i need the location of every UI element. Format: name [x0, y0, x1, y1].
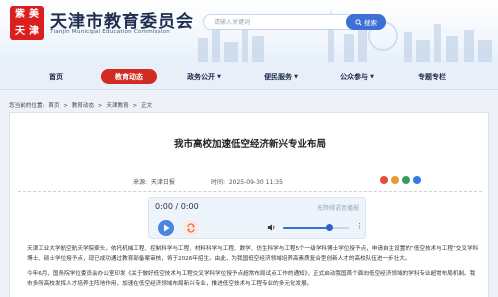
volume-slider-handle[interactable]	[326, 224, 334, 231]
article-time: 时间: 2025-09-30 11:35	[211, 177, 283, 186]
search-input[interactable]	[214, 16, 346, 28]
volume-icon[interactable]	[267, 223, 276, 232]
article-meta: 来源: 天津日报 时间: 2025-09-30 11:35	[10, 176, 490, 189]
more-options-icon[interactable]: ⋮	[356, 222, 363, 230]
audio-player: 0:00 / 0:00 无障碍语音播报 ⋮	[148, 197, 366, 239]
source-label: 来源:	[133, 179, 148, 186]
breadcrumb-separator: >	[97, 103, 103, 109]
site-header: 紫 美 天 津 天津市教育委员会 Tianjin Municipal Educa…	[0, 0, 498, 62]
breadcrumb-item-home[interactable]: 首页	[48, 103, 59, 109]
breadcrumb-separator: >	[132, 103, 138, 109]
volume-slider[interactable]	[283, 224, 349, 231]
site-subtitle: Tianjin Municipal Education Commission	[50, 29, 170, 35]
nav-item-public-participation[interactable]: 公众参与 ▼	[329, 69, 385, 84]
breadcrumb-separator: >	[63, 103, 68, 109]
nav-item-government-affairs[interactable]: 政务公开 ▼	[176, 69, 232, 84]
breadcrumb-prefix: 您当前的位置:	[9, 103, 45, 109]
chevron-down-icon: ▼	[217, 73, 221, 80]
share-buttons	[380, 176, 421, 184]
nav-item-home[interactable]: 首页	[28, 69, 84, 84]
replay-button[interactable]	[183, 220, 199, 236]
site-logo[interactable]: 紫 美 天 津	[10, 6, 44, 40]
search-button[interactable]: 搜索	[346, 14, 386, 30]
nav-item-label: 公众参与	[340, 72, 369, 81]
search-box: 搜索	[203, 14, 386, 30]
time-value: 2025-09-30 11:35	[228, 179, 283, 186]
share-wechat-icon[interactable]	[402, 176, 410, 184]
play-icon	[163, 224, 169, 232]
nav-item-public-services[interactable]: 便民服务 ▼	[253, 69, 309, 84]
nav-item-label: 首页	[49, 72, 63, 81]
nav-item-education-news[interactable]: 教育动态	[101, 69, 157, 84]
logo-char: 美	[29, 8, 39, 20]
share-qq-icon[interactable]	[413, 176, 421, 184]
chevron-down-icon: ▼	[294, 73, 298, 80]
breadcrumb-item-tianjin-education[interactable]: 天津教育	[106, 103, 128, 109]
meta-divider	[18, 191, 482, 192]
nav-item-label: 便民服务	[264, 72, 293, 81]
article-paragraph: 今年6月，国务院学位委员会办公室印发《关于做好低空技术与工程交叉学科学位授予点超…	[27, 271, 476, 287]
city-skyline-decoration	[198, 10, 492, 62]
main-nav: 首页 教育动态 政务公开 ▼ 便民服务 ▼ 公众参与 ▼ 专题专栏	[0, 62, 498, 90]
breadcrumb-item-current: 正文	[140, 103, 153, 109]
share-qzone-icon[interactable]	[391, 176, 399, 184]
search-button-label: 搜索	[364, 19, 377, 27]
player-note: 无障碍语音播报	[316, 205, 359, 212]
logo-char: 津	[29, 25, 39, 37]
replay-icon	[187, 223, 195, 233]
nav-item-label: 政务公开	[187, 72, 216, 81]
article-card: 我市高校加速低空经济新兴专业布局 来源: 天津日报 时间: 2025-09-30…	[9, 112, 489, 297]
nav-item-label: 专题专栏	[418, 72, 446, 81]
source-value: 天津日报	[150, 179, 175, 186]
logo-char: 天	[15, 25, 25, 37]
breadcrumb: 您当前的位置: 首页 > 教育动态 > 天津教育 > 正文	[9, 101, 154, 109]
share-weibo-icon[interactable]	[380, 176, 388, 184]
chevron-down-icon: ▼	[370, 73, 374, 80]
article-paragraph: 天津工业大学航空航天学院牵头，依托机械工程、控制科学与工程、材料科学与工程、数学…	[27, 246, 479, 262]
search-icon	[355, 18, 362, 26]
breadcrumb-item-education-news[interactable]: 教育动态	[72, 103, 94, 109]
time-label: 时间:	[211, 179, 226, 186]
logo-char: 紫	[15, 8, 25, 20]
article-source: 来源: 天津日报	[133, 177, 175, 186]
article-title: 我市高校加速低空经济新兴专业布局	[173, 139, 326, 150]
player-time: 0:00 / 0:00	[155, 202, 199, 211]
nav-item-label: 教育动态	[115, 72, 143, 81]
play-button[interactable]	[158, 220, 174, 236]
volume-slider-fill	[283, 227, 330, 229]
nav-item-special-topics[interactable]: 专题专栏	[404, 69, 460, 84]
